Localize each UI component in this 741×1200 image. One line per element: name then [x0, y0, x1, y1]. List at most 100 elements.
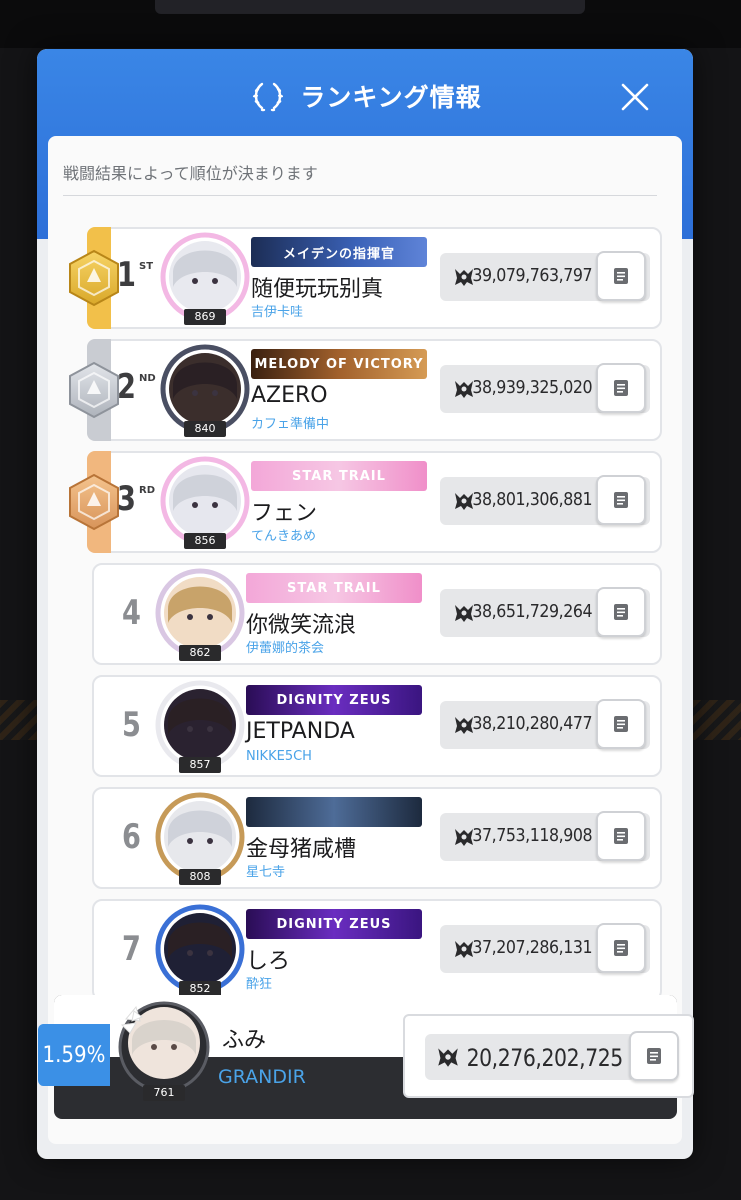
- my-score-card: 20,276,202,725: [403, 1014, 694, 1098]
- emblem-icon: [438, 1048, 458, 1067]
- player-avatar[interactable]: 852: [152, 901, 248, 997]
- avatar-level: 840: [184, 421, 226, 437]
- score-value: 38,210,280,477: [472, 713, 592, 734]
- rank-suffix: RD: [139, 485, 156, 496]
- avatar-level: 862: [179, 645, 221, 661]
- guild-name: 酔狂: [246, 977, 273, 992]
- title-banner: [246, 797, 422, 827]
- document-icon: [614, 940, 628, 956]
- ranking-row[interactable]: 7 852 DIGNITY ZEUS しろ 酔狂 37,207,286,131: [92, 899, 662, 1001]
- title-banner: DIGNITY ZEUS: [246, 909, 422, 939]
- ranking-row[interactable]: 6 808 金母猪咸槽星七寺 37,753,118,908: [92, 787, 662, 889]
- player-name: フェン: [251, 501, 318, 526]
- dialog-title-bar: ランキング情報: [37, 71, 693, 121]
- gold-medal-icon: [69, 249, 119, 307]
- rank-number: 5: [122, 705, 141, 745]
- document-icon: [614, 604, 628, 620]
- my-score-box: 20,276,202,725: [425, 1034, 635, 1080]
- player-avatar[interactable]: 857: [152, 677, 248, 773]
- title-banner: STAR TRAIL: [246, 573, 422, 603]
- title-banner: MELODY OF VICTORY: [251, 349, 427, 379]
- close-icon[interactable]: [615, 77, 655, 117]
- detail-button[interactable]: [596, 811, 646, 861]
- avatar-level: 808: [179, 869, 221, 885]
- player-avatar[interactable]: 840: [157, 341, 253, 437]
- guild-name: カフェ準備中: [251, 417, 330, 432]
- document-icon: [614, 268, 628, 284]
- background-top-bar: [155, 0, 585, 14]
- ranking-row[interactable]: 4 862 STAR TRAIL 你微笑流浪伊蕾娜的茶会 38,651,729,…: [92, 563, 662, 665]
- document-icon: [614, 828, 628, 844]
- title-banner-text: [246, 797, 422, 827]
- detail-button[interactable]: [596, 363, 646, 413]
- title-banner: DIGNITY ZEUS: [246, 685, 422, 715]
- detail-button[interactable]: [596, 923, 646, 973]
- background-hazard-left: [0, 700, 37, 740]
- detail-button[interactable]: [596, 587, 646, 637]
- title-banner-text: STAR TRAIL: [287, 580, 381, 596]
- rank-number: 2: [117, 367, 136, 407]
- title-banner-text: STAR TRAIL: [292, 468, 386, 484]
- guild-name: NIKKE5CH: [246, 749, 312, 764]
- title-banner-text: メイデンの指揮官: [282, 246, 395, 262]
- laurel-icon: [253, 82, 284, 112]
- guild-name: 伊蕾娜的茶会: [246, 641, 325, 656]
- guild-name: 星七寺: [246, 865, 286, 880]
- divider: [63, 195, 657, 196]
- ranking-dialog: ランキング情報 戦闘結果によって順位が決まります 1 ST 869 メイデンの指揮…: [37, 49, 693, 1159]
- player-name: JETPANDA: [246, 719, 355, 744]
- title-banner-text: DIGNITY ZEUS: [276, 692, 392, 708]
- player-name: しろ: [246, 949, 291, 974]
- guild-name: 吉伊卡哇: [251, 305, 304, 320]
- score-value: 39,079,763,797: [472, 265, 592, 286]
- rank-number: 1: [117, 255, 136, 295]
- document-icon: [647, 1048, 661, 1064]
- my-guild-name: GRANDIR: [218, 1066, 306, 1088]
- dialog-title: ランキング情報: [300, 83, 482, 112]
- document-icon: [614, 380, 628, 396]
- bronze-medal-icon: [69, 473, 119, 531]
- my-score-value: 20,276,202,725: [466, 1044, 624, 1072]
- title-banner-text: MELODY OF VICTORY: [254, 356, 424, 372]
- ranking-row[interactable]: 3 RD 856 STAR TRAIL フェンてんきあめ 38,801,306,8…: [69, 451, 662, 553]
- score-value: 38,939,325,020: [472, 377, 592, 398]
- score-value: 38,801,306,881: [472, 489, 592, 510]
- my-avatar-frame: [118, 1001, 210, 1093]
- detail-button[interactable]: [596, 699, 646, 749]
- player-avatar[interactable]: 856: [157, 453, 253, 549]
- silver-medal-icon: [69, 361, 119, 419]
- player-avatar[interactable]: 869: [157, 229, 253, 325]
- detail-button[interactable]: [596, 475, 646, 525]
- rank-number: 4: [122, 593, 141, 633]
- title-banner: メイデンの指揮官: [251, 237, 427, 267]
- my-avatar[interactable]: 761: [112, 995, 216, 1101]
- player-avatar[interactable]: 808: [152, 789, 248, 885]
- detail-button[interactable]: [596, 251, 646, 301]
- score-value: 37,207,286,131: [472, 937, 592, 958]
- rank-suffix: ST: [139, 261, 154, 272]
- document-icon: [614, 492, 628, 508]
- my-rank-percent: 1.59%: [38, 1024, 110, 1086]
- avatar-level: 856: [184, 533, 226, 549]
- title-banner: STAR TRAIL: [251, 461, 427, 491]
- player-name: 金母猪咸槽: [246, 837, 357, 862]
- my-player-name: ふみ: [222, 1028, 267, 1053]
- ranking-row[interactable]: 2 ND 840 MELODY OF VICTORY AZERO カフェ準備中 38…: [69, 339, 662, 441]
- my-detail-button[interactable]: [629, 1031, 679, 1081]
- rank-number: 3: [117, 479, 136, 519]
- avatar-level: 869: [184, 309, 226, 325]
- score-value: 38,651,729,264: [472, 601, 592, 622]
- ranking-subtitle: 戦闘結果によって順位が決まります: [63, 164, 318, 183]
- document-icon: [614, 716, 628, 732]
- title-banner-text: DIGNITY ZEUS: [276, 916, 392, 932]
- avatar-level: 857: [179, 757, 221, 773]
- guild-name: てんきあめ: [251, 529, 317, 544]
- player-avatar[interactable]: 862: [152, 565, 248, 661]
- my-avatar-level: 761: [143, 1085, 185, 1101]
- player-name: 随便玩玩别真: [251, 277, 384, 302]
- rank-number: 6: [122, 817, 141, 857]
- ranking-row[interactable]: 5 857 DIGNITY ZEUS JETPANDA NIKKE5CH 38,2…: [92, 675, 662, 777]
- score-value: 37,753,118,908: [472, 825, 592, 846]
- ranking-row[interactable]: 1 ST 869 メイデンの指揮官 随便玩玩别真吉伊卡哇 39,079,763,7…: [69, 227, 662, 329]
- player-name: 你微笑流浪: [246, 613, 357, 638]
